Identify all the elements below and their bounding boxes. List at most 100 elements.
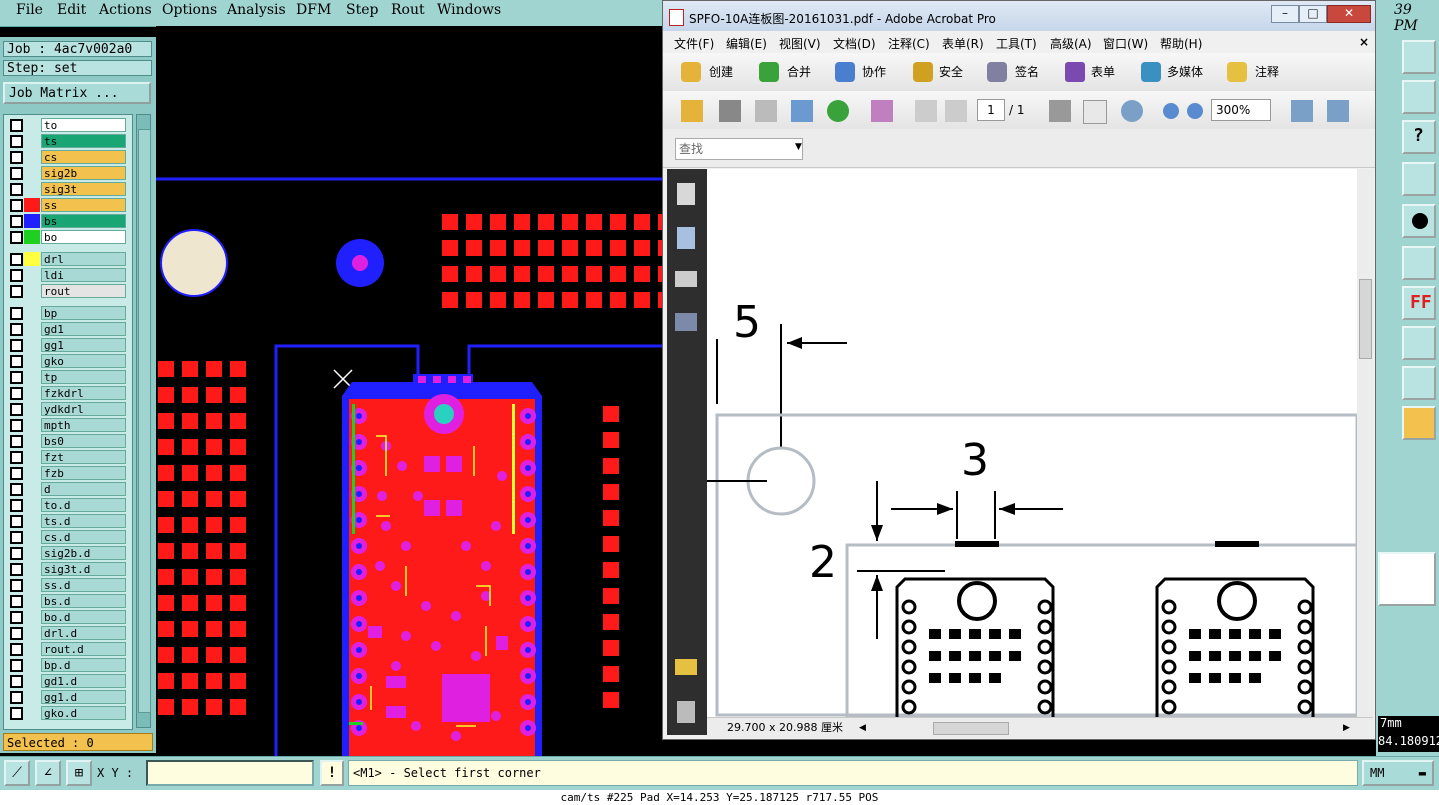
next-page-icon[interactable] <box>945 100 967 122</box>
menu-document-cn[interactable]: 文档(D) <box>833 35 876 52</box>
layer-row-bo[interactable]: bo <box>6 229 130 245</box>
layer-row-bo-d[interactable]: bo.d <box>6 609 130 625</box>
zoom-window-icon[interactable] <box>1402 40 1436 74</box>
layer-name[interactable]: ts.d <box>41 514 126 528</box>
layer-name[interactable]: to.d <box>41 498 126 512</box>
forms-button[interactable]: 表单 <box>1091 63 1115 80</box>
minimize-button[interactable]: – <box>1271 5 1299 23</box>
comments-icon[interactable] <box>675 659 697 675</box>
menu-edit-cn[interactable]: 编辑(E) <box>726 35 767 52</box>
layer-checkbox[interactable] <box>10 183 23 196</box>
layer-row-rout-d[interactable]: rout.d <box>6 641 130 657</box>
menu-actions[interactable]: Actions <box>99 2 152 18</box>
layer-checkbox[interactable] <box>10 119 23 132</box>
pad-icon[interactable] <box>1402 204 1436 238</box>
layer-checkbox[interactable] <box>10 579 23 592</box>
layer-row-to[interactable]: to <box>6 117 130 133</box>
layer-checkbox[interactable] <box>10 499 23 512</box>
color-icon[interactable] <box>871 100 893 122</box>
collaborate-button[interactable]: 协作 <box>862 63 886 80</box>
layer-row-drl[interactable]: drl <box>6 251 130 267</box>
menu-edit[interactable]: Edit <box>57 2 86 18</box>
layer-name[interactable]: sig3t.d <box>41 562 126 576</box>
layer-checkbox[interactable] <box>10 595 23 608</box>
find-input[interactable]: 查找 <box>675 138 803 160</box>
arc-icon[interactable] <box>1402 366 1436 400</box>
zoom-out-icon[interactable] <box>1163 103 1179 119</box>
layer-row-gko[interactable]: gko <box>6 353 130 369</box>
zoom-level-select[interactable]: 300% <box>1211 99 1271 121</box>
layer-checkbox[interactable] <box>10 643 23 656</box>
layer-name[interactable]: ts <box>41 134 126 148</box>
layer-name[interactable]: bp <box>41 306 126 320</box>
layer-checkbox[interactable] <box>10 135 23 148</box>
layer-checkbox[interactable] <box>10 151 23 164</box>
menu-help-cn[interactable]: 帮助(H) <box>1160 35 1202 52</box>
layer-checkbox[interactable] <box>10 269 23 282</box>
layer-name[interactable]: gko <box>41 354 126 368</box>
pages-icon[interactable] <box>677 183 695 205</box>
layer-checkbox[interactable] <box>10 253 23 266</box>
menu-analysis[interactable]: Analysis <box>227 2 286 18</box>
layer-name[interactable]: ss <box>41 198 126 212</box>
bookmarks-icon[interactable] <box>677 227 695 249</box>
layer-row-drl-d[interactable]: drl.d <box>6 625 130 641</box>
layer-checkbox[interactable] <box>10 563 23 576</box>
layer-row-bp-d[interactable]: bp.d <box>6 657 130 673</box>
menu-options[interactable]: Options <box>162 2 217 18</box>
menu-advanced-cn[interactable]: 高级(A) <box>1050 35 1092 52</box>
menu-windows[interactable]: Windows <box>437 2 501 18</box>
layer-name[interactable]: fzb <box>41 466 126 480</box>
menu-forms-cn[interactable]: 表单(R) <box>942 35 984 52</box>
layer-name[interactable]: fzt <box>41 450 126 464</box>
layer-checkbox[interactable] <box>10 435 23 448</box>
layer-name[interactable]: ldi <box>41 268 126 282</box>
layer-checkbox[interactable] <box>10 611 23 624</box>
layer-name[interactable]: bs.d <box>41 594 126 608</box>
layer-row-fzt[interactable]: fzt <box>6 449 130 465</box>
flip-icon[interactable]: FF <box>1402 286 1436 320</box>
zoom-tool-icon[interactable] <box>1121 100 1143 122</box>
layer-checkbox[interactable] <box>10 419 23 432</box>
layer-checkbox[interactable] <box>10 167 23 180</box>
layer-name[interactable]: gko.d <box>41 706 126 720</box>
menu-tools-cn[interactable]: 工具(T) <box>996 35 1037 52</box>
layer-checkbox[interactable] <box>10 403 23 416</box>
scroll-left-icon[interactable]: ◀ <box>859 718 866 738</box>
pdf-page-view[interactable]: 5 3 2 <box>707 169 1357 717</box>
layer-checkbox[interactable] <box>10 467 23 480</box>
pdf-vertical-scrollbar[interactable] <box>1357 169 1373 717</box>
print-icon[interactable] <box>719 100 741 122</box>
layer-checkbox[interactable] <box>10 451 23 464</box>
layer-name[interactable]: bo <box>41 230 126 244</box>
layer-name[interactable]: d <box>41 482 126 496</box>
layer-row-ydkdrl[interactable]: ydkdrl <box>6 401 130 417</box>
measure-icon[interactable] <box>1402 246 1436 280</box>
select-text-icon[interactable] <box>1049 100 1071 122</box>
layer-row-bs[interactable]: bs <box>6 213 130 229</box>
layer-name[interactable]: bs <box>41 214 126 228</box>
layer-row-fzb[interactable]: fzb <box>6 465 130 481</box>
layer-name[interactable]: gg1 <box>41 338 126 352</box>
hand-tool-icon[interactable] <box>1083 100 1107 124</box>
layer-row-tp[interactable]: tp <box>6 369 130 385</box>
layer-name[interactable]: gg1.d <box>41 690 126 704</box>
layer-checkbox[interactable] <box>10 627 23 640</box>
layer-name[interactable]: gd1 <box>41 322 126 336</box>
save-icon[interactable] <box>755 100 777 122</box>
email-icon[interactable] <box>791 100 813 122</box>
draw-line-icon[interactable]: ⟋ <box>4 760 30 786</box>
layer-checkbox[interactable] <box>10 707 23 720</box>
layer-checkbox[interactable] <box>10 675 23 688</box>
units-select[interactable]: MM ▬ <box>1362 760 1434 786</box>
layer-row-bs-d[interactable]: bs.d <box>6 593 130 609</box>
layer-row-ts-d[interactable]: ts.d <box>6 513 130 529</box>
layer-name[interactable]: sig2b <box>41 166 126 180</box>
layer-row-ss[interactable]: ss <box>6 197 130 213</box>
layer-name[interactable]: sig2b.d <box>41 546 126 560</box>
layer-checkbox[interactable] <box>10 285 23 298</box>
xy-input[interactable] <box>146 760 314 786</box>
menu-comment-cn[interactable]: 注释(C) <box>888 35 930 52</box>
layer-row-sig3t-d[interactable]: sig3t.d <box>6 561 130 577</box>
previous-page-icon[interactable] <box>915 100 937 122</box>
